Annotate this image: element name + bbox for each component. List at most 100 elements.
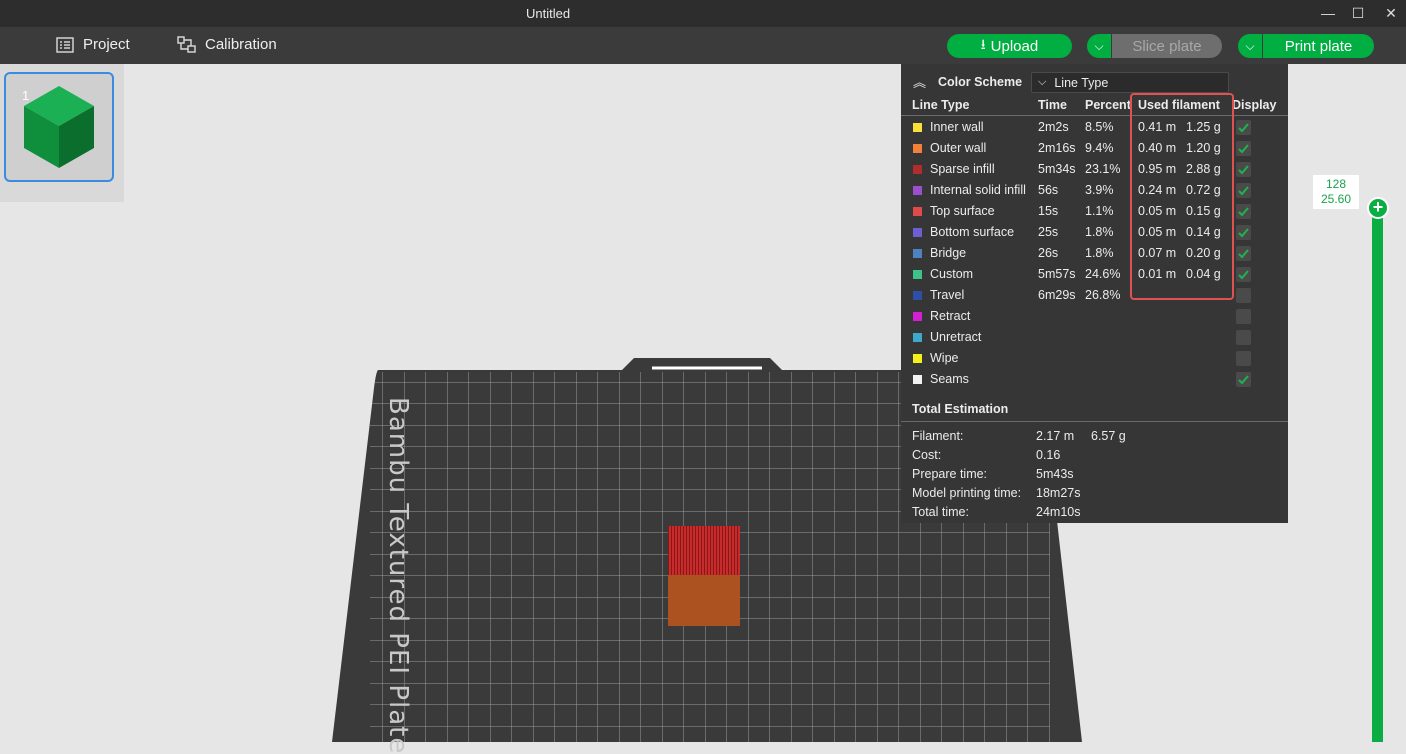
line-type-swatch	[913, 228, 922, 237]
display-checkbox[interactable]	[1236, 309, 1251, 324]
cost-label: Cost:	[912, 448, 942, 462]
display-checkbox[interactable]	[1236, 246, 1251, 261]
close-icon[interactable]: ✕	[1380, 3, 1402, 23]
project-label: Project	[83, 36, 130, 53]
legend-row: Unretract	[901, 327, 1288, 348]
used-filament-length: 0.05 m	[1138, 225, 1177, 239]
color-scheme-header: ︽ Color Scheme	[913, 72, 1022, 91]
total-divider	[901, 421, 1288, 422]
display-checkbox[interactable]	[1236, 351, 1251, 366]
display-checkbox[interactable]	[1236, 183, 1251, 198]
legend-row: Sparse infill 5m34s 23.1% 0.95 m 2.88 g	[901, 159, 1288, 180]
line-type-time: 5m57s	[1038, 267, 1076, 281]
legend-row: Bottom surface 25s 1.8% 0.05 m 0.14 g	[901, 222, 1288, 243]
line-type-name: Unretract	[930, 330, 982, 344]
check-icon	[1238, 228, 1249, 238]
plate-thumbnail[interactable]: 1	[4, 72, 114, 182]
print-dropdown-chevron-icon[interactable]: ⌵	[1238, 34, 1262, 58]
line-type-swatch	[913, 312, 922, 321]
calibration-tab[interactable]: Calibration	[177, 36, 277, 53]
line-type-percent: 8.5%	[1085, 120, 1114, 134]
line-type-swatch	[913, 291, 922, 300]
display-checkbox[interactable]	[1236, 372, 1251, 387]
legend-row: Custom 5m57s 24.6% 0.01 m 0.04 g	[901, 264, 1288, 285]
legend-panel: ︽ Color Scheme ⌵ Line Type Line Type Tim…	[901, 64, 1288, 523]
used-filament-weight: 0.20 g	[1186, 246, 1221, 260]
line-type-name: Travel	[930, 288, 965, 302]
filament-weight: 6.57 g	[1091, 429, 1126, 443]
legend-row: Bridge 26s 1.8% 0.07 m 0.20 g	[901, 243, 1288, 264]
upload-icon: ⭳	[980, 36, 986, 52]
total-model-row: Model printing time: 18m27s	[912, 483, 1282, 503]
layer-slider-label: 128 25.60	[1313, 175, 1359, 209]
used-filament-weight: 1.20 g	[1186, 141, 1221, 155]
maximize-icon[interactable]: ☐	[1347, 3, 1369, 23]
filament-label: Filament:	[912, 429, 964, 443]
line-type-swatch	[913, 375, 922, 384]
layer-number: 128	[1325, 177, 1347, 191]
used-filament-weight: 0.15 g	[1186, 204, 1221, 218]
cube-thumbnail-icon	[24, 86, 94, 168]
slice-plate-button[interactable]: Slice plate	[1112, 34, 1222, 58]
prepare-time-value: 5m43s	[1036, 467, 1074, 481]
used-filament-length: 0.41 m	[1138, 120, 1177, 134]
total-cost-row: Cost: 0.16	[912, 445, 1282, 465]
line-type-name: Outer wall	[930, 141, 987, 155]
display-checkbox[interactable]	[1236, 267, 1251, 282]
minimize-icon[interactable]: —	[1317, 3, 1339, 23]
slice-dropdown-chevron-icon[interactable]: ⌵	[1087, 34, 1111, 58]
used-filament-length: 0.95 m	[1138, 162, 1177, 176]
layer-height: 25.60	[1320, 192, 1352, 206]
line-type-swatch	[913, 186, 922, 195]
display-checkbox[interactable]	[1236, 120, 1251, 135]
check-icon	[1238, 207, 1249, 217]
display-checkbox[interactable]	[1236, 162, 1251, 177]
sliced-model[interactable]	[667, 525, 741, 627]
display-checkbox[interactable]	[1236, 141, 1251, 156]
line-type-swatch	[913, 249, 922, 258]
bed-name-label: Bambu Textured PEI Plate	[383, 397, 413, 754]
line-type-time: 5m34s	[1038, 162, 1076, 176]
total-estimation-heading: Total Estimation	[912, 402, 1009, 416]
legend-row: Travel 6m29s 26.8%	[901, 285, 1288, 306]
color-scheme-label: Color Scheme	[938, 74, 1023, 89]
line-type-name: Internal solid infill	[930, 183, 1026, 197]
layer-slider-handle[interactable]: +	[1367, 197, 1389, 219]
line-type-time: 6m29s	[1038, 288, 1076, 302]
display-checkbox[interactable]	[1236, 330, 1251, 345]
legend-row: Top surface 15s 1.1% 0.05 m 0.15 g	[901, 201, 1288, 222]
project-tab[interactable]: Project	[56, 36, 130, 53]
print-plate-button[interactable]: Print plate	[1263, 34, 1374, 58]
display-checkbox[interactable]	[1236, 204, 1251, 219]
legend-row: Wipe	[901, 348, 1288, 369]
print-plate-label: Print plate	[1284, 37, 1353, 55]
model-printing-time-value: 18m27s	[1036, 486, 1081, 500]
legend-header-row: Line Type Time Percent Used filament Dis…	[901, 95, 1288, 116]
model-printing-time-label: Model printing time:	[912, 486, 1022, 500]
used-filament-weight: 0.14 g	[1186, 225, 1221, 239]
layer-slider-track[interactable]	[1372, 208, 1383, 742]
prepare-time-label: Prepare time:	[912, 467, 988, 481]
total-prepare-row: Prepare time: 5m43s	[912, 464, 1282, 484]
total-time-row: Total time: 24m10s	[912, 502, 1282, 522]
col-used-filament: Used filament	[1138, 98, 1220, 112]
line-type-time: 25s	[1038, 225, 1059, 239]
line-type-name: Retract	[930, 309, 971, 323]
line-type-time: 15s	[1038, 204, 1059, 218]
color-scheme-select[interactable]: ⌵ Line Type	[1031, 72, 1229, 93]
total-time-value: 24m10s	[1036, 505, 1081, 519]
color-scheme-value: Line Type	[1054, 75, 1109, 90]
line-type-name: Bridge	[930, 246, 967, 260]
used-filament-weight: 2.88 g	[1186, 162, 1221, 176]
display-checkbox[interactable]	[1236, 225, 1251, 240]
line-type-swatch	[913, 144, 922, 153]
upload-label: Upload	[990, 37, 1039, 55]
upload-button[interactable]: ⭳ Upload	[947, 34, 1072, 58]
display-checkbox[interactable]	[1236, 288, 1251, 303]
line-type-swatch	[913, 354, 922, 363]
filament-length: 2.17 m	[1036, 429, 1075, 443]
cost-value: 0.16	[1036, 448, 1061, 462]
check-icon	[1238, 165, 1249, 175]
col-display: Display	[1232, 98, 1277, 112]
collapse-icon[interactable]: ︽	[913, 72, 926, 91]
